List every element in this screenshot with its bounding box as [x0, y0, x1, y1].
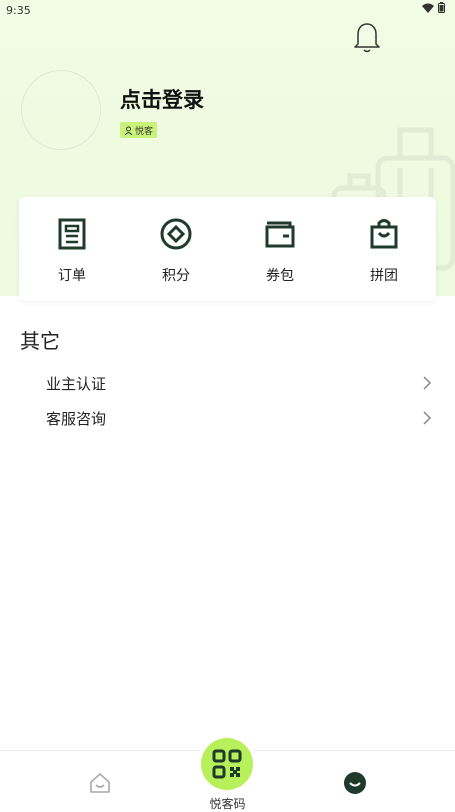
member-badge-label: 悦客 — [135, 126, 154, 137]
quick-actions-card: 订单 积分 券包 拼团 — [19, 197, 436, 301]
quick-action-label: 订单 — [58, 268, 86, 284]
menu-item-owner-verification[interactable]: 业主认证 — [46, 373, 436, 399]
member-level-badge: 悦客 — [120, 122, 158, 138]
order-list-icon — [58, 218, 86, 250]
notification-bell-icon[interactable] — [352, 20, 382, 54]
quick-action-orders[interactable]: 订单 — [32, 217, 112, 285]
qr-code-icon — [212, 749, 242, 779]
home-icon[interactable] — [88, 771, 112, 795]
wallet-icon — [265, 221, 295, 248]
quick-action-label: 拼团 — [370, 268, 398, 284]
menu-item-label: 客服咨询 — [46, 410, 107, 428]
wifi-icon — [422, 3, 434, 13]
chevron-right-icon — [423, 411, 432, 425]
login-prompt[interactable]: 点击登录 — [120, 84, 204, 114]
menu-item-customer-service[interactable]: 客服咨询 — [46, 408, 436, 434]
status-bar: 9:35 — [0, 0, 455, 22]
quick-action-label: 积分 — [162, 268, 190, 284]
user-icon — [124, 126, 133, 135]
shopping-bag-icon — [370, 219, 398, 249]
member-code-button[interactable] — [201, 738, 253, 790]
quick-action-points[interactable]: 积分 — [136, 217, 216, 285]
other-section-title: 其它 — [20, 329, 60, 353]
menu-item-label: 业主认证 — [46, 375, 107, 393]
avatar[interactable] — [21, 70, 101, 150]
chevron-right-icon — [423, 376, 432, 390]
member-code-label: 悦客码 — [209, 797, 246, 811]
profile-smile-icon[interactable] — [343, 771, 367, 795]
quick-action-coupons[interactable]: 券包 — [240, 217, 320, 285]
status-time: 9:35 — [6, 4, 31, 17]
points-coin-icon — [160, 218, 192, 250]
bottom-tab-bar: 悦客码 — [0, 738, 455, 811]
quick-action-group-buy[interactable]: 拼团 — [344, 217, 424, 285]
quick-action-label: 券包 — [266, 268, 294, 284]
battery-icon — [438, 2, 445, 13]
status-icons — [422, 2, 445, 13]
